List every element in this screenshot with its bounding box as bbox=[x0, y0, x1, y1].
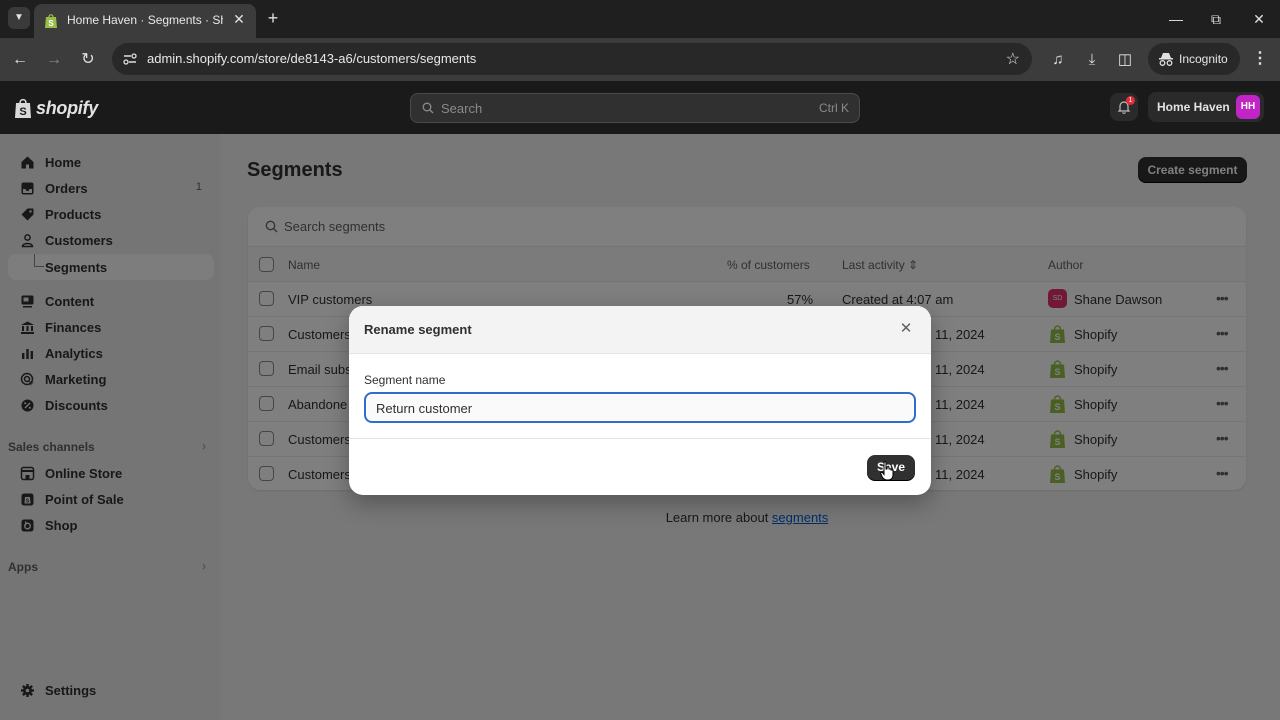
tab-close-icon[interactable]: ✕ bbox=[230, 10, 248, 28]
admin-top-bar: S shopify Search Ctrl K 1 Home Haven HH bbox=[0, 81, 1280, 134]
forward-icon[interactable]: → bbox=[42, 48, 66, 72]
browser-menu-icon[interactable]: ⋮ bbox=[1250, 48, 1270, 70]
browser-toolbar: ← → ↻ admin.shopify.com/store/de8143-a6/… bbox=[0, 38, 1280, 81]
site-info-icon[interactable] bbox=[122, 51, 138, 67]
tab-title: Home Haven · Segments · Shopify bbox=[67, 13, 223, 27]
media-control-icon[interactable]: ♫ bbox=[1047, 49, 1069, 71]
store-menu-button[interactable]: Home Haven HH bbox=[1148, 92, 1264, 122]
minimize-icon[interactable]: — bbox=[1164, 8, 1188, 30]
segment-name-input[interactable] bbox=[376, 400, 896, 416]
dialog-title: Rename segment bbox=[364, 322, 472, 337]
dialog-divider bbox=[349, 438, 931, 439]
notification-badge: 1 bbox=[1126, 96, 1135, 105]
browser-tab[interactable]: S Home Haven · Segments · Shopify ✕ bbox=[34, 4, 256, 38]
rename-segment-dialog: Rename segment ✕ Segment name bbox=[349, 306, 931, 495]
close-icon[interactable]: ✕ bbox=[897, 320, 915, 338]
segment-name-field[interactable] bbox=[364, 392, 916, 423]
restore-icon[interactable]: ⧉ bbox=[1204, 8, 1228, 30]
shopify-logo[interactable]: S shopify bbox=[14, 96, 98, 120]
side-panel-icon[interactable]: ◫ bbox=[1114, 49, 1136, 71]
back-icon[interactable]: ← bbox=[8, 48, 32, 72]
download-icon[interactable]: ⤓ bbox=[1081, 49, 1103, 71]
store-name: Home Haven bbox=[1157, 100, 1230, 114]
svg-text:S: S bbox=[19, 106, 26, 118]
global-search-input[interactable]: Search Ctrl K bbox=[410, 93, 860, 123]
dialog-header: Rename segment ✕ bbox=[349, 306, 931, 354]
window-close-icon[interactable]: ✕ bbox=[1247, 8, 1271, 30]
url-text: admin.shopify.com/store/de8143-a6/custom… bbox=[147, 51, 477, 66]
shopify-bag-icon: S bbox=[15, 98, 31, 118]
incognito-icon bbox=[1159, 53, 1173, 66]
tab-search-button[interactable]: ▼ bbox=[8, 7, 30, 29]
new-tab-icon[interactable]: + bbox=[263, 8, 283, 28]
search-icon bbox=[422, 102, 434, 114]
address-bar[interactable]: admin.shopify.com/store/de8143-a6/custom… bbox=[112, 43, 1032, 75]
search-shortcut: Ctrl K bbox=[819, 101, 849, 115]
incognito-indicator[interactable]: Incognito bbox=[1148, 43, 1240, 75]
logo-text: shopify bbox=[36, 97, 98, 118]
shopify-favicon-icon: S bbox=[45, 14, 57, 28]
segment-name-label: Segment name bbox=[364, 373, 446, 387]
store-avatar: HH bbox=[1236, 95, 1260, 119]
svg-text:S: S bbox=[48, 19, 54, 28]
reload-icon[interactable]: ↻ bbox=[76, 48, 100, 72]
notifications-button[interactable]: 1 bbox=[1110, 93, 1138, 121]
global-search-placeholder: Search bbox=[441, 101, 483, 116]
incognito-label: Incognito bbox=[1179, 52, 1228, 66]
bookmark-star-icon[interactable]: ☆ bbox=[1006, 49, 1020, 69]
browser-tab-bar: ▼ S Home Haven · Segments · Shopify ✕ + … bbox=[0, 0, 1280, 38]
hand-pointer-cursor-icon bbox=[880, 461, 894, 481]
